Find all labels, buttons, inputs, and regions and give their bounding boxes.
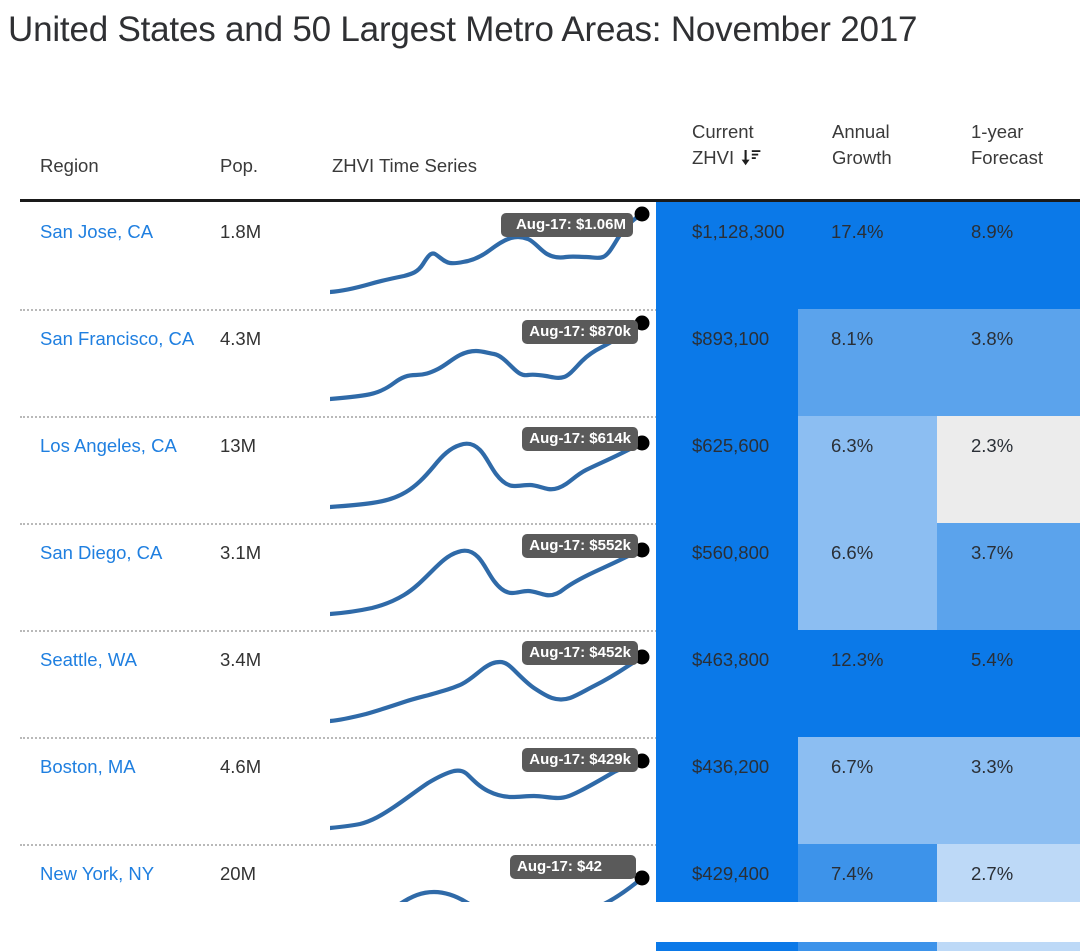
- table-body: San Jose, CA 1.8M Aug-17: $1.06M $1,128,300…: [0, 202, 1080, 951]
- sparkline-cell[interactable]: Aug-17: $429k: [330, 737, 656, 844]
- forecast-cell-value: 3.3%: [971, 756, 1014, 777]
- annual-growth-cell[interactable]: 6.7%: [798, 737, 937, 844]
- sparkline-end-dot: [634, 206, 650, 222]
- current-zhvi-cell-value: $1,128,300: [692, 221, 785, 242]
- population-value: 13M: [220, 435, 256, 456]
- sparkline-tooltip: Aug-17: $552k: [522, 534, 638, 558]
- current-zhvi-cell[interactable]: $560,800: [656, 523, 798, 630]
- annual-growth-cell-value: 6.7%: [831, 756, 874, 777]
- population-value: 20M: [220, 863, 256, 884]
- current-zhvi-cell-value: $463,800: [692, 649, 770, 670]
- table-row: Seattle, WA 3.4M Aug-17: $452k $463,800 12.3…: [0, 630, 1080, 737]
- column-header-1-year-forecast[interactable]: 1-year Forecast: [971, 119, 1080, 171]
- bottom-clip: [0, 902, 1080, 942]
- sort-descending-icon[interactable]: [740, 148, 762, 168]
- sparkline-cell[interactable]: Aug-17: $1.06M: [330, 202, 656, 309]
- forecast-cell-value: 5.4%: [971, 649, 1014, 670]
- sparkline-cell[interactable]: Aug-17: $552k: [330, 523, 656, 630]
- population-value: 3.1M: [220, 542, 262, 563]
- annual-growth-cell-value: 6.6%: [831, 542, 874, 563]
- annual-growth-cell[interactable]: 6.6%: [798, 523, 937, 630]
- forecast-cell[interactable]: 5.4%: [937, 630, 1080, 737]
- population-value: 3.4M: [220, 649, 262, 670]
- annual-growth-cell-value: 17.4%: [831, 221, 884, 242]
- annual-growth-cell-value: 7.4%: [831, 863, 874, 884]
- column-header-zhvi-time-series[interactable]: ZHVI Time Series: [332, 153, 632, 179]
- table-row: Boston, MA 4.6M Aug-17: $429k $436,200 6.7% 3…: [0, 737, 1080, 844]
- sparkline-path: [330, 654, 645, 724]
- column-header-pop[interactable]: Pop.: [220, 153, 320, 179]
- population-value: 4.3M: [220, 328, 262, 349]
- sparkline-tooltip: Aug-17: $1.06M: [501, 213, 633, 237]
- forecast-cell-value: 3.7%: [971, 542, 1014, 563]
- population-value: 4.6M: [220, 756, 262, 777]
- table-header-row: Region Pop. ZHVI Time Series Current ZHV…: [0, 108, 1080, 202]
- region-link[interactable]: Los Angeles, CA: [40, 432, 212, 460]
- column-header-annual-growth[interactable]: Annual Growth: [832, 119, 952, 171]
- annual-growth-cell[interactable]: 17.4%: [798, 202, 937, 309]
- region-link[interactable]: New York, NY: [40, 860, 212, 888]
- current-zhvi-cell-value: $436,200: [692, 756, 770, 777]
- sparkline-path: [330, 547, 645, 617]
- table-row: San Francisco, CA 4.3M Aug-17: $870k $893,1…: [0, 309, 1080, 416]
- forecast-cell-value: 3.8%: [971, 328, 1014, 349]
- table-row: San Diego, CA 3.1M Aug-17: $552k $560,800 6.…: [0, 523, 1080, 630]
- metro-areas-table: Region Pop. ZHVI Time Series Current ZHV…: [0, 108, 1080, 951]
- sparkline-tooltip: Aug-17: $614k: [522, 427, 638, 451]
- sparkline-path: [330, 440, 645, 510]
- sparkline-tooltip: Aug-17: $870k: [522, 320, 638, 344]
- table-row: San Jose, CA 1.8M Aug-17: $1.06M $1,128,300…: [0, 202, 1080, 309]
- annual-growth-cell-value: 12.3%: [831, 649, 884, 670]
- annual-growth-cell[interactable]: 6.3%: [798, 416, 937, 523]
- forecast-cell[interactable]: 3.8%: [937, 309, 1080, 416]
- forecast-cell-value: 8.9%: [971, 221, 1014, 242]
- sparkline-tooltip: Aug-17: $452k: [522, 641, 638, 665]
- column-header-region[interactable]: Region: [40, 153, 210, 179]
- current-zhvi-cell[interactable]: $463,800: [656, 630, 798, 737]
- annual-growth-cell[interactable]: 12.3%: [798, 630, 937, 737]
- sparkline-cell[interactable]: Aug-17: $452k: [330, 630, 656, 737]
- annual-growth-cell[interactable]: 8.1%: [798, 309, 937, 416]
- current-zhvi-cell[interactable]: $1,128,300: [656, 202, 798, 309]
- sparkline-cell[interactable]: Aug-17: $870k: [330, 309, 656, 416]
- forecast-cell[interactable]: 2.3%: [937, 416, 1080, 523]
- current-zhvi-cell[interactable]: $436,200: [656, 737, 798, 844]
- forecast-cell-value: 2.7%: [971, 863, 1014, 884]
- current-zhvi-cell[interactable]: $893,100: [656, 309, 798, 416]
- column-header-current-zhvi[interactable]: Current ZHVI: [692, 119, 812, 171]
- current-zhvi-cell-value: $429,400: [692, 863, 770, 884]
- table-row: Los Angeles, CA 13M Aug-17: $614k $625,600 6…: [0, 416, 1080, 523]
- current-zhvi-cell-value: $893,100: [692, 328, 770, 349]
- page-title: United States and 50 Largest Metro Areas…: [8, 10, 918, 49]
- forecast-cell-value: 2.3%: [971, 435, 1014, 456]
- annual-growth-cell-value: 6.3%: [831, 435, 874, 456]
- sparkline-end-dot: [634, 870, 650, 886]
- sparkline-tooltip: Aug-17: $429k: [522, 748, 638, 772]
- current-zhvi-cell-value: $560,800: [692, 542, 770, 563]
- sparkline-cell[interactable]: Aug-17: $614k: [330, 416, 656, 523]
- region-link[interactable]: Boston, MA: [40, 753, 212, 781]
- annual-growth-cell-value: 8.1%: [831, 328, 874, 349]
- current-zhvi-cell[interactable]: $625,600: [656, 416, 798, 523]
- forecast-cell[interactable]: 8.9%: [937, 202, 1080, 309]
- region-link[interactable]: San Jose, CA: [40, 218, 212, 246]
- region-link[interactable]: San Francisco, CA: [40, 325, 212, 353]
- region-link[interactable]: Seattle, WA: [40, 646, 212, 674]
- current-zhvi-cell-value: $625,600: [692, 435, 770, 456]
- forecast-cell[interactable]: 3.7%: [937, 523, 1080, 630]
- population-value: 1.8M: [220, 221, 262, 242]
- forecast-cell[interactable]: 3.3%: [937, 737, 1080, 844]
- sparkline-tooltip: Aug-17: $42: [510, 855, 636, 879]
- region-link[interactable]: San Diego, CA: [40, 539, 212, 567]
